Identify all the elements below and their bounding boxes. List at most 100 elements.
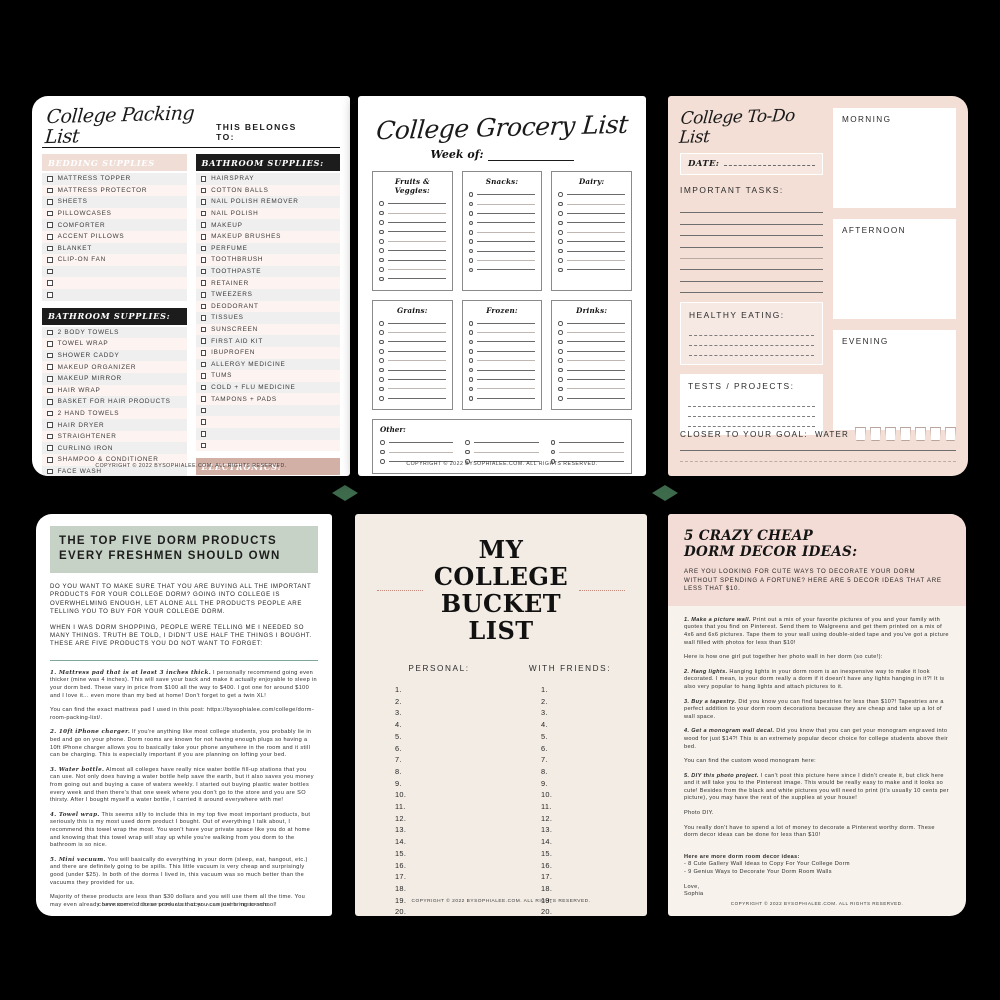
grocery-line[interactable]: [550, 447, 624, 456]
write-line[interactable]: [566, 379, 626, 381]
checkbox[interactable]: [200, 291, 207, 298]
grocery-line[interactable]: [379, 208, 446, 217]
checkbox[interactable]: [200, 233, 207, 240]
grocery-line[interactable]: [379, 319, 446, 328]
checkbox[interactable]: [47, 268, 53, 275]
checklist-row[interactable]: COLD + FLU MEDICINE: [195, 381, 340, 394]
checkbox[interactable]: [200, 431, 207, 437]
bucket-list-number[interactable]: 7.: [377, 754, 501, 766]
checkbox[interactable]: [200, 222, 207, 228]
checklist-row[interactable]: TOOTHPASTE: [195, 265, 340, 278]
goal-dashed-rule[interactable]: [680, 461, 956, 462]
grocery-line[interactable]: [465, 447, 539, 456]
checklist-row[interactable]: HAIR WRAP: [42, 384, 187, 397]
bucket-list-number[interactable]: 20.: [377, 906, 501, 916]
checklist-row[interactable]: RETAINER: [195, 277, 340, 289]
bullet-circle-icon[interactable]: [468, 330, 474, 335]
bullet-circle-icon[interactable]: [468, 258, 474, 263]
checklist-row[interactable]: TAMPONS + PADS: [195, 393, 340, 405]
bullet-circle-icon[interactable]: [379, 330, 384, 335]
grocery-line[interactable]: [468, 394, 536, 403]
checklist-row[interactable]: [42, 277, 187, 289]
checkbox[interactable]: [200, 361, 207, 368]
bucket-list-number[interactable]: 10.: [377, 789, 501, 801]
grocery-line[interactable]: [380, 447, 454, 456]
write-line[interactable]: [566, 341, 626, 343]
checkbox[interactable]: [200, 268, 207, 275]
grocery-line[interactable]: [379, 274, 446, 283]
bullet-circle-icon[interactable]: [379, 396, 384, 401]
checklist-row[interactable]: TUMS: [195, 370, 340, 382]
bucket-list-number[interactable]: 6.: [377, 743, 501, 755]
bucket-list-number[interactable]: 4.: [377, 719, 501, 731]
water-cup-icon[interactable]: [915, 427, 926, 441]
important-tasks-lines[interactable]: [680, 202, 823, 294]
water-cup-icon[interactable]: [885, 427, 896, 441]
checkbox[interactable]: [47, 433, 53, 440]
grocery-line[interactable]: [468, 209, 536, 218]
tests-projects-line[interactable]: [688, 417, 815, 428]
grocery-line[interactable]: [379, 199, 446, 208]
grocery-line[interactable]: [558, 209, 626, 218]
write-line[interactable]: [566, 388, 626, 390]
bucket-list-number[interactable]: 13.: [377, 824, 501, 836]
checklist-row[interactable]: MAKEUP: [195, 219, 340, 231]
bullet-circle-icon[interactable]: [550, 449, 556, 455]
task-line[interactable]: [680, 282, 823, 294]
checklist-row[interactable]: NAIL POLISH: [195, 207, 340, 220]
write-line[interactable]: [387, 360, 446, 362]
write-line[interactable]: [477, 231, 536, 233]
bullet-circle-icon[interactable]: [379, 386, 384, 392]
grocery-line[interactable]: [558, 237, 626, 246]
bullet-circle-icon[interactable]: [558, 386, 563, 392]
grocery-line[interactable]: [558, 375, 626, 384]
tests-projects-line[interactable]: [688, 407, 815, 418]
bucket-list-number[interactable]: 18.: [501, 883, 625, 895]
bullet-circle-icon[interactable]: [379, 267, 384, 272]
task-line[interactable]: [680, 270, 823, 282]
checkbox[interactable]: [47, 257, 53, 263]
week-of-blank[interactable]: [487, 151, 574, 161]
todo-time-card[interactable]: AFTERNOON: [833, 219, 956, 319]
checkbox[interactable]: [47, 199, 53, 205]
write-line[interactable]: [387, 350, 446, 352]
grocery-line[interactable]: [558, 246, 626, 255]
checkbox[interactable]: [200, 280, 207, 286]
bullet-circle-icon[interactable]: [379, 220, 384, 225]
water-cup-icon[interactable]: [900, 427, 911, 441]
write-line[interactable]: [387, 259, 446, 261]
bullet-circle-icon[interactable]: [379, 210, 384, 216]
write-line[interactable]: [387, 278, 446, 280]
grocery-line[interactable]: [379, 237, 446, 246]
bucket-list-number[interactable]: 16.: [377, 860, 501, 872]
checkbox[interactable]: [47, 364, 53, 370]
write-line[interactable]: [387, 212, 446, 214]
checkbox[interactable]: [200, 338, 207, 344]
checkbox[interactable]: [200, 373, 207, 379]
healthy-eating-line[interactable]: [689, 346, 814, 357]
checkbox[interactable]: [47, 422, 53, 428]
checkbox[interactable]: [47, 187, 53, 194]
bullet-circle-icon[interactable]: [379, 339, 384, 345]
write-line[interactable]: [477, 388, 536, 390]
bucket-list-number[interactable]: 17.: [501, 871, 625, 883]
bucket-list-number[interactable]: 3.: [501, 707, 625, 719]
write-line[interactable]: [566, 194, 626, 196]
write-line[interactable]: [477, 397, 536, 399]
bullet-circle-icon[interactable]: [379, 201, 384, 206]
bucket-list-number[interactable]: 15.: [501, 848, 625, 860]
write-line[interactable]: [477, 259, 536, 261]
task-line[interactable]: [680, 248, 823, 259]
bullet-circle-icon[interactable]: [379, 257, 384, 263]
write-line[interactable]: [387, 221, 446, 223]
bullet-circle-icon[interactable]: [379, 349, 384, 354]
task-line[interactable]: [680, 213, 823, 225]
tests-projects-line[interactable]: [688, 397, 815, 408]
checkbox[interactable]: [200, 199, 207, 205]
grocery-line[interactable]: [468, 356, 536, 365]
bucket-list-number[interactable]: 20.: [501, 906, 625, 916]
grocery-line[interactable]: [468, 337, 536, 346]
grocery-line[interactable]: [558, 228, 626, 237]
bullet-circle-icon[interactable]: [558, 258, 563, 263]
grocery-line[interactable]: [379, 365, 446, 374]
